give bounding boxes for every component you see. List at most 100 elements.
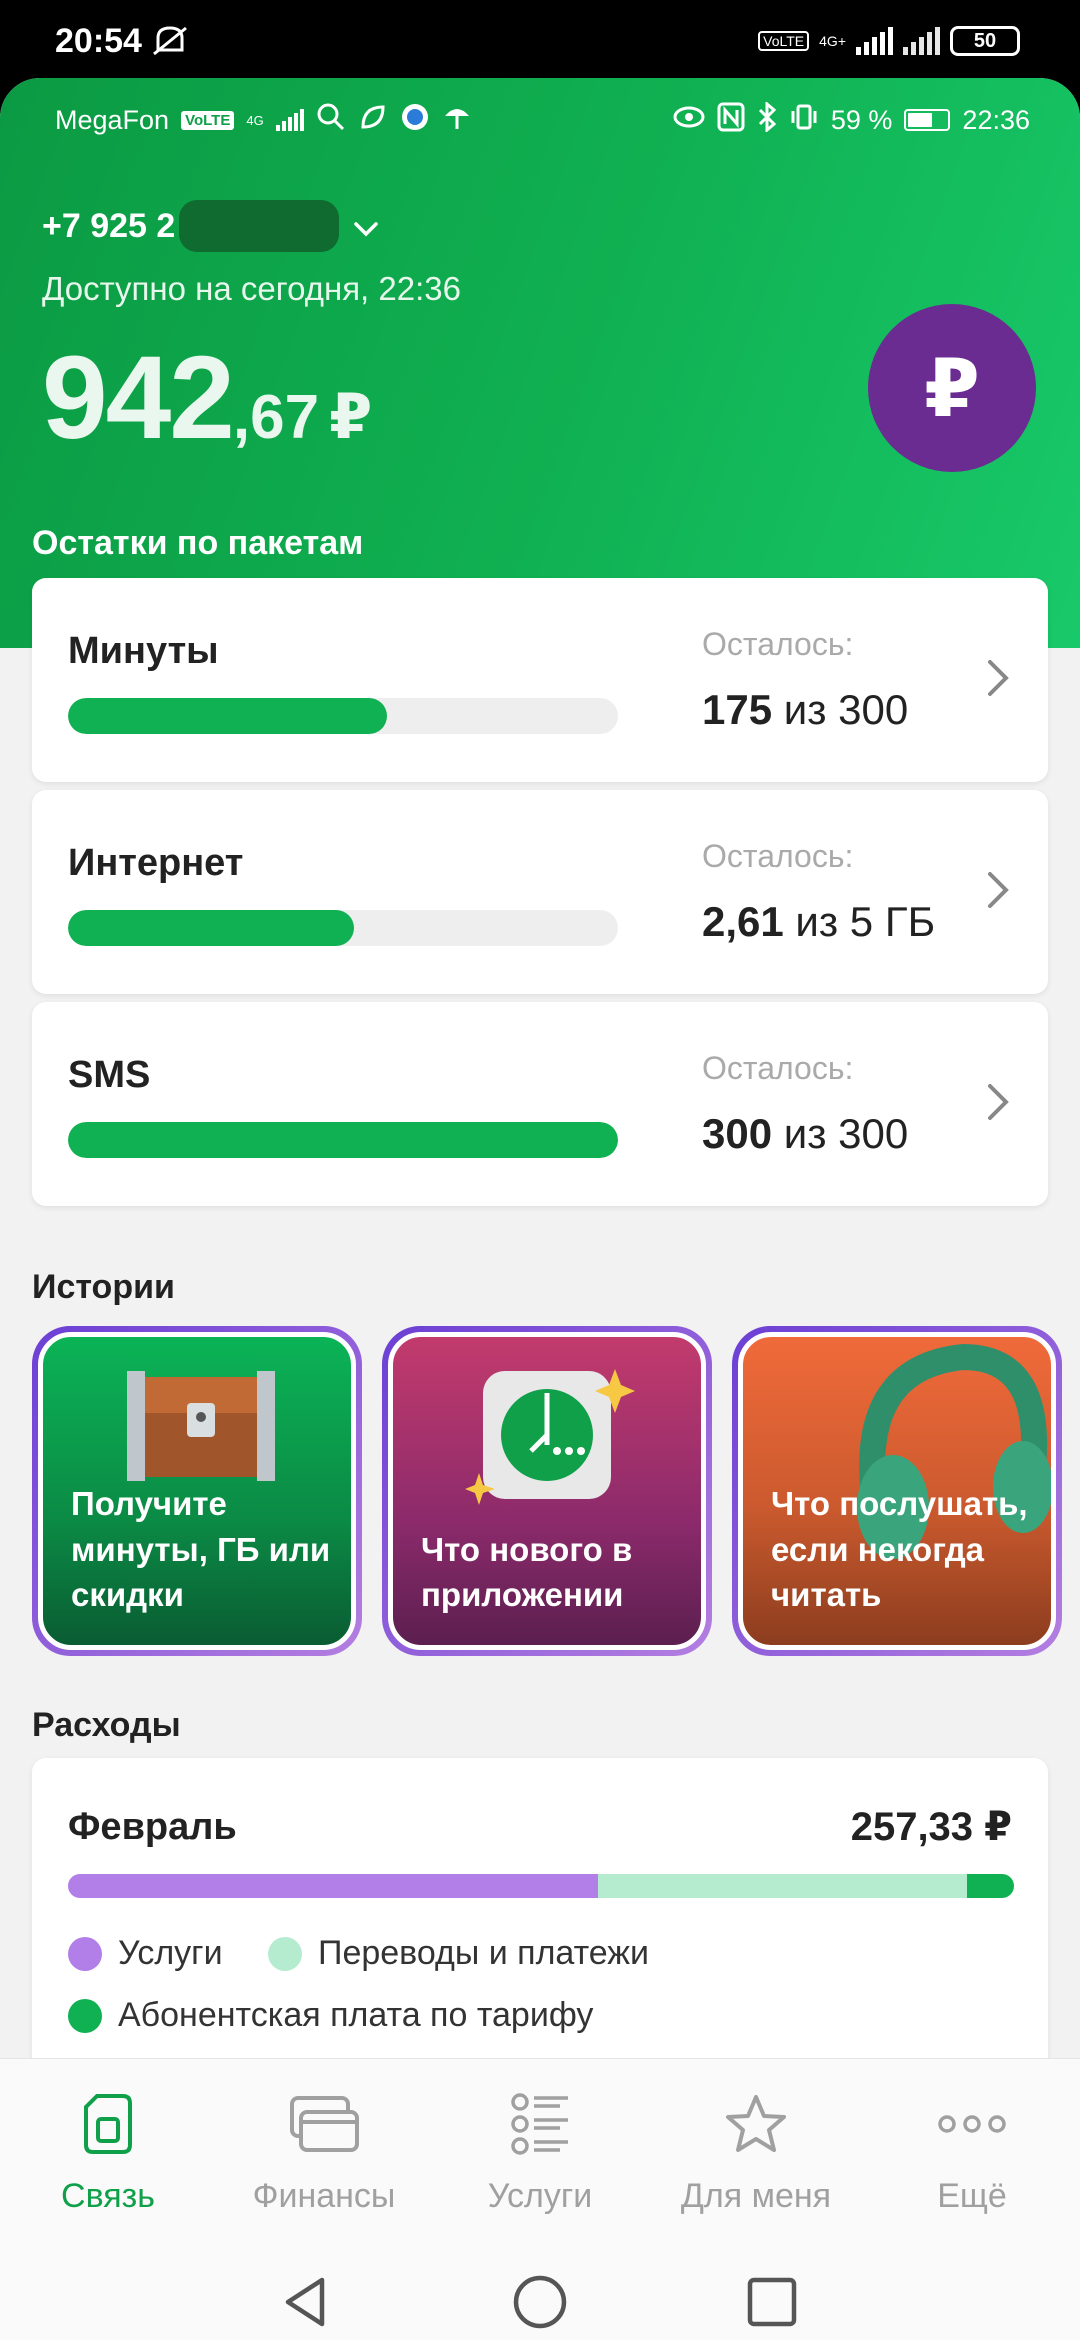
- signal-icon: [275, 109, 304, 131]
- remaining-value: 300 из 300: [702, 1110, 908, 1158]
- remaining-amount: 300: [702, 1110, 773, 1157]
- bluetooth-icon: [757, 100, 777, 139]
- inner-status-bar: MegaFon VoLTE 4G 59 % 22:36: [55, 100, 1030, 140]
- story-card[interactable]: Что нового в приложении: [382, 1326, 712, 1656]
- app-circle-icon: [400, 102, 430, 139]
- package-name: SMS: [68, 1054, 151, 1096]
- megafon-app-icon: [465, 1361, 635, 1516]
- treasure-chest-icon: [121, 1357, 281, 1492]
- phone-number-mask: [179, 200, 340, 252]
- expenses-segment-transfers: [597, 1874, 967, 1898]
- chevron-right-icon: [986, 870, 1010, 915]
- top-up-button[interactable]: ₽: [868, 304, 1036, 472]
- nav-item-more[interactable]: Ещё: [864, 2089, 1080, 2216]
- phone-number-selector[interactable]: +7 925 2: [42, 200, 379, 252]
- nav-label: Финансы: [252, 2177, 396, 2215]
- nav-label: Связь: [61, 2177, 155, 2215]
- story-card[interactable]: Получите минуты, ГБ или скидки: [32, 1326, 362, 1656]
- expenses-total: 257,33 ₽: [850, 1805, 1012, 1849]
- package-progress-fill: [68, 698, 387, 734]
- battery-icon-inner: [904, 109, 951, 131]
- signal-icon: [856, 27, 893, 55]
- expenses-title: Расходы: [32, 1706, 181, 1744]
- volte-badge: VoLTE: [181, 110, 235, 130]
- nav-item-svyaz[interactable]: Связь: [0, 2089, 216, 2216]
- remaining-amount: 2,61: [702, 898, 784, 945]
- balance-header: MegaFon VoLTE 4G 59 % 22:36 +7 925 2 Дос…: [0, 78, 1080, 648]
- legend-dot: [68, 1936, 102, 1971]
- legend-item: Переводы и платежи: [268, 1934, 649, 1973]
- package-card-sms[interactable]: SMS Осталось: 300 из 300: [32, 1002, 1048, 1206]
- network-type-inner: 4G: [246, 112, 264, 128]
- phone-number: +7 925 2: [42, 206, 176, 245]
- package-progress-fill: [68, 1122, 618, 1158]
- device-clock: 20:54: [55, 22, 142, 60]
- search-icon: [316, 102, 346, 139]
- package-progress-bar: [68, 1122, 618, 1158]
- remaining-label: Осталось:: [702, 838, 854, 874]
- nav-label: Услуги: [487, 2177, 593, 2215]
- nav-label: Для меня: [680, 2177, 832, 2215]
- balance-integer: 942: [42, 332, 235, 464]
- battery-percent: 59 %: [830, 104, 893, 135]
- nav-item-for-me[interactable]: Для меня: [648, 2089, 864, 2216]
- legend-item: Абонентская плата по тарифу: [68, 1996, 593, 2035]
- balance-fraction: ,67: [232, 383, 320, 452]
- nfc-icon: [717, 102, 745, 139]
- expenses-segment-subscription: [966, 1874, 1014, 1898]
- package-progress-bar: [68, 698, 618, 734]
- remaining-label: Осталось:: [702, 626, 854, 662]
- carrier-name: MegaFon: [55, 104, 170, 135]
- expenses-stacked-bar: [68, 1874, 1014, 1898]
- chevron-down-icon: [353, 207, 379, 246]
- remaining-total: из 5 ГБ: [783, 898, 936, 945]
- recent-apps-icon[interactable]: [746, 2276, 798, 2333]
- vibrate-icon: [789, 102, 819, 139]
- nav-label: Ещё: [937, 2177, 1007, 2215]
- package-progress-fill: [68, 910, 354, 946]
- app-screen: MegaFon VoLTE 4G 59 % 22:36 +7 925 2 Дос…: [0, 78, 1080, 2340]
- chevron-right-icon: [986, 658, 1010, 703]
- ruble-icon: ₽: [924, 343, 980, 433]
- package-card-internet[interactable]: Интернет Осталось: 2,61 из 5 ГБ: [32, 790, 1048, 994]
- story-text: Что послушать, если некогда читать: [771, 1485, 1028, 1613]
- stories-title: Истории: [32, 1268, 175, 1306]
- more-dots-icon: [864, 2089, 1080, 2159]
- balance-currency: ₽: [329, 383, 373, 452]
- home-icon[interactable]: [512, 2274, 568, 2335]
- back-icon[interactable]: [282, 2274, 330, 2335]
- story-card[interactable]: Что послушать, если некогда читать: [732, 1326, 1062, 1656]
- legend-label: Услуги: [118, 1934, 223, 1972]
- package-progress-bar: [68, 910, 618, 946]
- nav-item-finance[interactable]: Финансы: [216, 2089, 432, 2216]
- legend-dot: [68, 1998, 102, 2033]
- remaining-total: из 300: [772, 1110, 909, 1157]
- eye-icon: [673, 104, 705, 137]
- remaining-amount: 175: [702, 686, 773, 733]
- chevron-right-icon: [986, 1082, 1010, 1127]
- legend-item: Услуги: [68, 1934, 223, 1973]
- balance-amount[interactable]: 942 ,67 ₽: [42, 330, 372, 466]
- story-text: Получите минуты, ГБ или скидки: [71, 1485, 331, 1613]
- umbrella-icon: [442, 102, 472, 139]
- remaining-total: из 300: [772, 686, 909, 733]
- remaining-value: 175 из 300: [702, 686, 908, 734]
- story-text: Что нового в приложении: [421, 1530, 633, 1613]
- remaining-value: 2,61 из 5 ГБ: [702, 898, 935, 946]
- stories-row: Получите минуты, ГБ или скидки Что новог…: [32, 1326, 1072, 1656]
- battery-icon: 50: [950, 26, 1020, 56]
- signal-icon-2: [903, 27, 940, 55]
- leaf-icon: [358, 102, 388, 139]
- inner-clock: 22:36: [962, 104, 1030, 135]
- expenses-segment-services: [68, 1874, 598, 1898]
- package-card-minutes[interactable]: Минуты Осталось: 175 из 300: [32, 578, 1048, 782]
- cards-icon: [216, 2089, 432, 2159]
- services-list-icon: [432, 2089, 648, 2159]
- nav-item-services[interactable]: Услуги: [432, 2089, 648, 2216]
- sim-card-icon: [0, 2089, 216, 2159]
- star-icon: [648, 2089, 864, 2159]
- remaining-label: Осталось:: [702, 1050, 854, 1086]
- expenses-card[interactable]: Февраль 257,33 ₽ Услуги Переводы и плате…: [32, 1758, 1048, 2088]
- device-status-bar: 20:54 VoLTE 4G+ 50: [0, 0, 1080, 78]
- volte-icon: VoLTE: [758, 31, 810, 51]
